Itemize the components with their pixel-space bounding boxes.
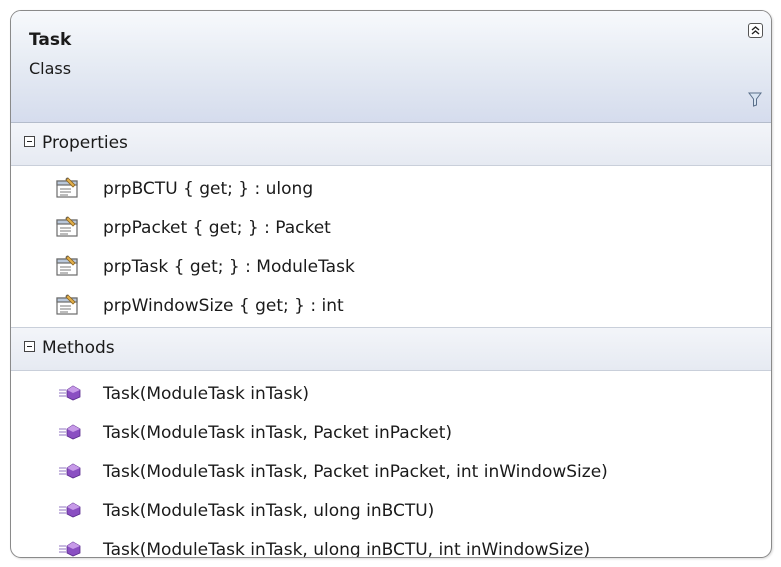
property-text: prpWindowSize { get; } : int (103, 296, 344, 316)
class-header: Task Class (11, 11, 771, 123)
method-icon (59, 463, 81, 479)
methods-section-header[interactable]: Methods (11, 327, 771, 371)
class-name: Task (29, 30, 72, 50)
method-item[interactable]: Task(ModuleTask inTask, Packet inPacket) (11, 413, 771, 452)
double-chevron-up-icon (751, 26, 760, 35)
collapse-button[interactable] (748, 23, 763, 38)
class-kind: Class (29, 59, 72, 78)
method-item[interactable]: Task(ModuleTask inTask, Packet inPacket,… (11, 452, 771, 491)
method-icon (59, 502, 81, 518)
property-icon (56, 294, 78, 315)
method-text: Task(ModuleTask inTask, Packet inPacket) (103, 423, 452, 443)
property-item[interactable]: prpWindowSize { get; } : int (11, 286, 771, 325)
property-icon (56, 177, 78, 198)
filter-icon[interactable] (748, 92, 762, 107)
class-shape[interactable]: Task Class Properties prpBCTU {get;}:… (10, 10, 772, 558)
method-icon (59, 541, 81, 557)
method-text: Task(ModuleTask inTask, Packet inPacket,… (103, 462, 608, 482)
property-text: prpBCTU { get; } : ulong (103, 179, 314, 199)
property-text: prpPacket { get; } : Packet (103, 218, 331, 238)
method-text: Task(ModuleTask inTask, ulong inBCTU) (103, 501, 435, 521)
method-item[interactable]: Task(ModuleTask inTask) (11, 374, 771, 413)
methods-collapse-toggle[interactable] (24, 341, 35, 352)
property-item[interactable]: prpPacket { get; } : Packet (11, 208, 771, 247)
properties-list: prpBCTU { get; } : ulong prpPacket { get… (11, 166, 771, 327)
methods-list: Task(ModuleTask inTask) Task(ModuleTask … (11, 371, 771, 558)
method-icon (59, 385, 81, 401)
method-item[interactable]: Task(ModuleTask inTask, ulong inBCTU) (11, 491, 771, 530)
property-item[interactable]: prpTask { get; } : ModuleTask (11, 247, 771, 286)
property-item[interactable]: prpBCTU { get; } : ulong (11, 169, 771, 208)
method-text: Task(ModuleTask inTask, ulong inBCTU, in… (103, 540, 591, 558)
property-icon (56, 216, 78, 237)
methods-label: Methods (42, 338, 115, 358)
properties-collapse-toggle[interactable] (24, 136, 35, 147)
property-text: prpTask { get; } : ModuleTask (103, 257, 355, 277)
properties-label: Properties (42, 133, 128, 153)
method-text: Task(ModuleTask inTask) (103, 384, 310, 404)
method-icon (59, 424, 81, 440)
method-item[interactable]: Task(ModuleTask inTask, ulong inBCTU, in… (11, 530, 771, 558)
properties-section-header[interactable]: Properties (11, 123, 771, 166)
property-icon (56, 255, 78, 276)
